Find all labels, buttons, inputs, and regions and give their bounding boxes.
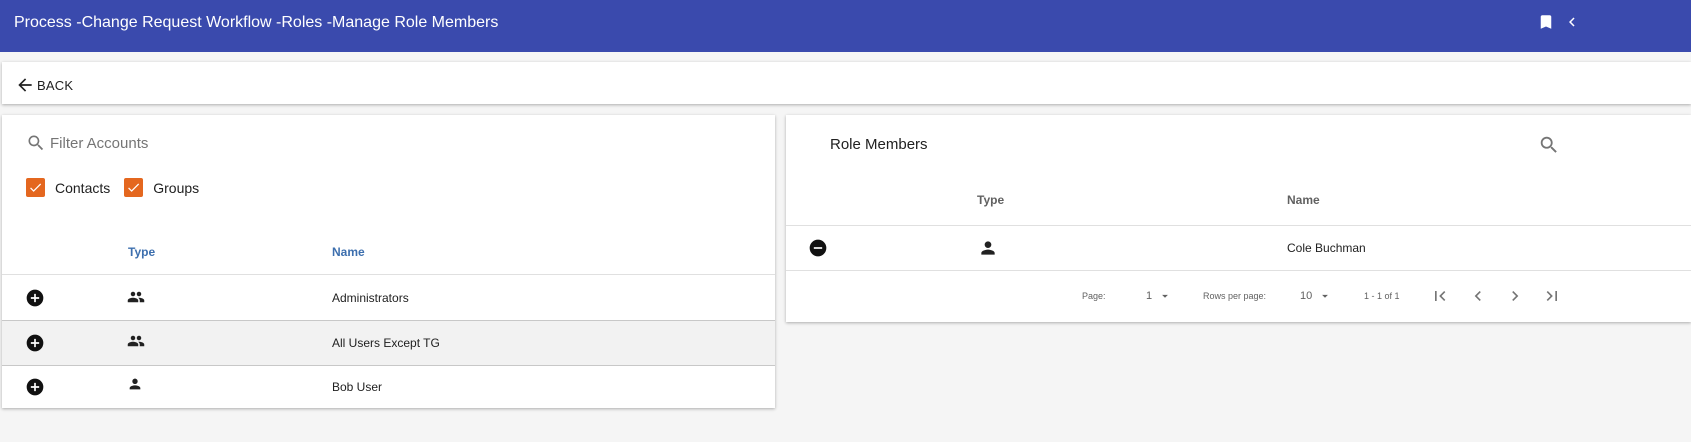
checkbox-checked-icon bbox=[124, 178, 144, 197]
table-row: Cole Buchman bbox=[786, 227, 1691, 271]
column-header-name[interactable]: Name bbox=[332, 245, 365, 259]
pagination: Page: 1 Rows per page: 10 1 - 1 of 1 bbox=[786, 280, 1691, 310]
back-label: BACK bbox=[37, 77, 74, 93]
bookmark-icon[interactable] bbox=[1537, 13, 1555, 31]
groups-checkbox[interactable]: Groups bbox=[124, 178, 199, 197]
page-title: Process -Change Request Workflow -Roles … bbox=[14, 14, 499, 31]
last-page-icon[interactable] bbox=[1542, 286, 1562, 306]
group-icon bbox=[127, 332, 145, 350]
filter-accounts-input[interactable] bbox=[50, 134, 350, 152]
arrow-left-icon bbox=[15, 75, 35, 95]
collapse-icon[interactable] bbox=[1563, 13, 1581, 31]
add-circle-icon[interactable] bbox=[25, 288, 45, 308]
next-page-icon[interactable] bbox=[1505, 286, 1525, 306]
accounts-panel: Contacts Groups Type Name Administrators… bbox=[2, 115, 775, 408]
person-icon bbox=[127, 376, 143, 392]
role-members-table-header: Type Name bbox=[786, 178, 1691, 226]
groups-label: Groups bbox=[153, 179, 200, 196]
member-name: Cole Buchman bbox=[1287, 241, 1366, 255]
rows-per-page-select[interactable]: 10 bbox=[1300, 289, 1332, 303]
table-row: Administrators bbox=[2, 276, 775, 321]
search-icon[interactable] bbox=[1538, 134, 1560, 156]
contacts-checkbox[interactable]: Contacts bbox=[26, 178, 110, 197]
page-range: 1 - 1 of 1 bbox=[1364, 291, 1400, 301]
checkbox-checked-icon bbox=[26, 178, 45, 197]
table-row: All Users Except TG bbox=[2, 321, 775, 366]
rows-per-page-value: 10 bbox=[1300, 290, 1313, 302]
page-select[interactable]: 1 bbox=[1146, 289, 1172, 303]
column-header-type[interactable]: Type bbox=[128, 245, 155, 259]
first-page-icon[interactable] bbox=[1430, 286, 1450, 306]
group-icon bbox=[127, 288, 145, 306]
page-label: Page: bbox=[1082, 291, 1106, 301]
page-value: 1 bbox=[1146, 290, 1153, 302]
add-circle-icon[interactable] bbox=[25, 377, 45, 397]
person-icon bbox=[978, 238, 998, 258]
remove-circle-icon[interactable] bbox=[808, 238, 828, 258]
role-members-title: Role Members bbox=[830, 136, 928, 153]
column-header-name[interactable]: Name bbox=[1287, 193, 1320, 207]
chevron-down-icon bbox=[1158, 289, 1172, 303]
role-members-panel: Role Members Type Name Cole Buchman Page… bbox=[786, 115, 1691, 322]
column-header-type[interactable]: Type bbox=[977, 193, 1004, 207]
chevron-down-icon bbox=[1318, 289, 1332, 303]
account-name: All Users Except TG bbox=[332, 336, 440, 350]
contacts-label: Contacts bbox=[55, 179, 111, 196]
filter-accounts bbox=[26, 133, 350, 153]
back-bar: BACK bbox=[2, 62, 1691, 104]
search-icon bbox=[26, 133, 46, 153]
account-name: Administrators bbox=[332, 291, 409, 305]
previous-page-icon[interactable] bbox=[1468, 286, 1488, 306]
account-name: Bob User bbox=[332, 380, 383, 394]
back-button[interactable]: BACK bbox=[15, 75, 73, 95]
app-bar: Process -Change Request Workflow -Roles … bbox=[0, 0, 1691, 52]
accounts-table-header: Type Name bbox=[2, 227, 775, 275]
add-circle-icon[interactable] bbox=[25, 333, 45, 353]
rows-per-page-label: Rows per page: bbox=[1203, 291, 1267, 301]
table-row: Bob User bbox=[2, 366, 775, 408]
